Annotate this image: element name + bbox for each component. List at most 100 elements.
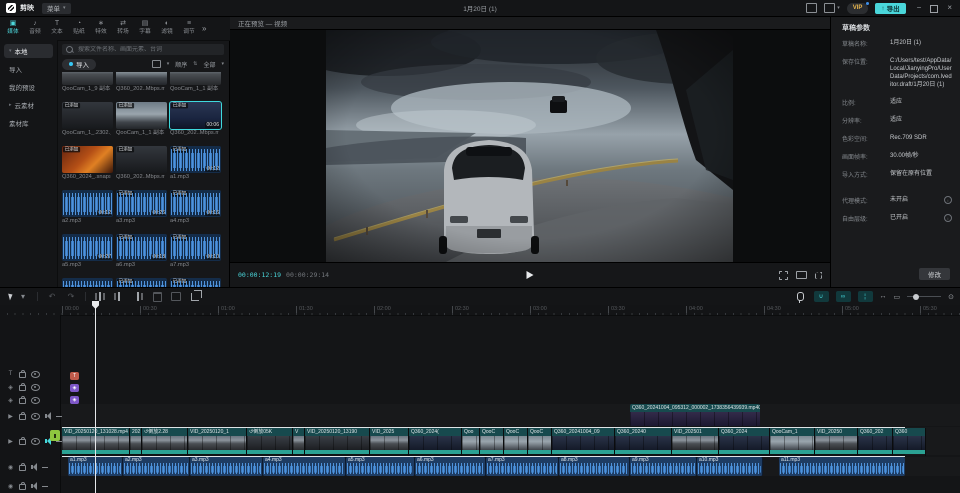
audio-clip[interactable]: a7.mp3 — [486, 457, 559, 476]
search-input[interactable] — [76, 45, 220, 54]
lock-icon[interactable] — [19, 463, 26, 471]
preview-axis-toggle[interactable]: ¦ — [857, 291, 873, 302]
close-button[interactable]: × — [947, 3, 952, 13]
audio-clip[interactable]: a8.mp3 — [559, 457, 630, 476]
main-track-clip[interactable]: Qoo — [462, 428, 480, 456]
sidebar-item-云素材[interactable]: ▸ 云素材 — [4, 98, 53, 112]
lock-icon[interactable] — [19, 437, 26, 445]
eye-icon[interactable] — [31, 370, 40, 378]
split-button[interactable] — [95, 291, 105, 303]
overlay-video-clip[interactable]: Q360_20241004_095312_000002_173835643993… — [630, 404, 760, 426]
adapt-icon[interactable]: ↔ — [880, 293, 887, 300]
eye-icon[interactable] — [31, 383, 40, 391]
modify-button[interactable]: 修改 — [919, 268, 950, 280]
speaker-icon[interactable] — [45, 412, 51, 420]
main-track-clip[interactable]: VID_2025 — [370, 428, 409, 456]
menu-button[interactable]: 菜单 ▾ — [42, 2, 71, 14]
tab-字幕[interactable]: ▤ 字幕 — [134, 20, 156, 36]
main-track-clip[interactable]: VID_20250120_131028.mp4 — [62, 428, 130, 456]
timeline-fx-clip[interactable]: ◈ — [70, 396, 79, 404]
media-item[interactable]: 00:12 a2.mp3 — [62, 190, 113, 231]
media-item[interactable]: 已添加 00:26 a3.mp3 — [116, 190, 167, 231]
timeline-text-clip[interactable]: T — [70, 372, 79, 380]
lock-icon[interactable] — [19, 482, 26, 490]
search-bar[interactable] — [62, 44, 224, 55]
record-audio-button[interactable] — [797, 291, 807, 303]
info-icon[interactable]: i — [944, 196, 952, 204]
speaker-icon[interactable] — [31, 482, 37, 490]
tabs-overflow-button[interactable]: » — [202, 24, 206, 33]
sidebar-item-导入[interactable]: 导入 — [4, 62, 53, 76]
main-track-clip[interactable]: Q360_202 — [858, 428, 893, 456]
link-toggle[interactable]: ∞ — [835, 291, 851, 302]
main-track-clip[interactable]: Q360_20241004_09 — [552, 428, 615, 456]
minus-icon[interactable] — [56, 415, 62, 417]
main-track-clip[interactable]: Q360_20240 — [615, 428, 672, 456]
media-item[interactable]: 已添加00:21a10.mp3 — [170, 278, 221, 287]
media-item[interactable]: 已添加 00:12 a1.mp3 — [170, 146, 221, 187]
scale-icon[interactable] — [779, 270, 788, 280]
media-item[interactable]: 已添加 00:06 Q360_202..Mbps.mp4 — [169, 101, 222, 143]
main-track-clip[interactable]: VID_20250120_1 — [188, 428, 247, 456]
tab-贴纸[interactable]: ◔ 贴纸 — [68, 20, 90, 36]
media-item[interactable]: QooCam_1_9 副本.jpg — [62, 72, 113, 99]
lock-icon[interactable] — [19, 383, 26, 391]
lock-icon[interactable] — [19, 396, 26, 404]
main-track-clip[interactable]: ↺倒放2.28 — [142, 428, 188, 456]
cut-right-button[interactable] — [133, 291, 143, 303]
import-button[interactable]: 导入 — [62, 58, 96, 70]
sidebar-item-本地[interactable]: ▾ 本地 — [4, 44, 53, 58]
tab-转场[interactable]: ⇄ 转场 — [112, 20, 134, 36]
select-tool-caret[interactable]: ▾ — [18, 291, 28, 303]
main-track-clip[interactable]: QooC — [528, 428, 552, 456]
cut-left-button[interactable] — [114, 291, 124, 303]
vip-badge[interactable]: VIP — [846, 1, 870, 14]
tab-特效[interactable]: ∗ 特效 — [90, 20, 112, 36]
mute-original-sound-badge[interactable] — [50, 430, 60, 441]
snap-toggle[interactable]: ∪ — [813, 291, 829, 302]
media-item[interactable]: 已添加 Q360_2024_.snapshot.mp4 — [62, 146, 113, 187]
speaker-icon[interactable] — [45, 437, 51, 445]
eye-icon[interactable] — [31, 437, 40, 445]
media-item[interactable]: 已添加00:21a9.mp3 — [116, 278, 167, 287]
media-item[interactable]: 已添加 QooCam_1_1 副本.jpg — [116, 102, 167, 143]
main-track-clip[interactable]: Q360_2024 — [719, 428, 770, 456]
grid-view-icon[interactable] — [151, 60, 161, 68]
minus-icon[interactable] — [42, 485, 48, 487]
redo-button[interactable]: ↷ — [66, 291, 76, 303]
sidebar-item-素材库[interactable]: 素材库 — [4, 116, 53, 130]
audio-clip[interactable]: a4.mp3 — [263, 457, 346, 476]
audio-clip[interactable]: a2.mp3 — [123, 457, 190, 476]
main-track-clip[interactable]: Q360 — [893, 428, 926, 456]
timeline-fx-clip[interactable]: ◈ — [70, 384, 79, 392]
tab-调节[interactable]: ≡ 调节 — [178, 20, 200, 36]
tab-音频[interactable]: ♪ 音频 — [24, 20, 46, 36]
preview-stage[interactable] — [230, 30, 830, 262]
main-track-clip[interactable]: VID_20250120_13190 — [305, 428, 370, 456]
audio-clip[interactable]: a11.mp3 — [779, 457, 905, 476]
tab-滤镜[interactable]: ◐ 滤镜 — [156, 20, 178, 36]
main-track-clip[interactable]: ↺倒放05K — [247, 428, 293, 456]
speaker-icon[interactable] — [31, 463, 37, 471]
tab-媒体[interactable]: ▣ 媒体 — [2, 20, 24, 36]
view-mode-icon[interactable]: ▭ — [894, 293, 901, 301]
audio-track[interactable]: a1.mp3 a2.mp3 a3.mp3 a4.mp3 a5.mp3 a6.mp3 a7.m… — [68, 457, 763, 476]
media-item[interactable]: 已添加 QooCam_1_.2302.jpg — [62, 102, 113, 143]
main-track-clip[interactable]: V — [293, 428, 305, 456]
delete-button[interactable] — [152, 291, 162, 303]
main-track-clip[interactable]: VID_202501 — [672, 428, 719, 456]
workspace-switch[interactable]: ▾ — [824, 3, 840, 13]
play-button[interactable] — [526, 271, 534, 279]
eye-icon[interactable] — [31, 396, 40, 404]
media-item[interactable]: 已添加 Q360_202..Mbps.mp4 — [116, 146, 167, 187]
main-track-clip[interactable]: Q360_2024( — [409, 428, 462, 456]
zoom-fit-icon[interactable]: ⊙ — [948, 293, 954, 301]
media-item[interactable]: QooCam_1_1 副本.jpg — [170, 72, 221, 99]
lock-icon[interactable] — [19, 412, 26, 420]
media-item[interactable]: 已添加 00:16 a4.mp3 — [170, 190, 221, 231]
main-track-clip[interactable]: QooC — [480, 428, 504, 456]
main-track-clip[interactable]: QooCam_1 — [770, 428, 815, 456]
layout-icon[interactable] — [806, 3, 818, 13]
main-track-clip[interactable]: VID_20250 — [815, 428, 858, 456]
crop-button[interactable] — [190, 289, 202, 303]
